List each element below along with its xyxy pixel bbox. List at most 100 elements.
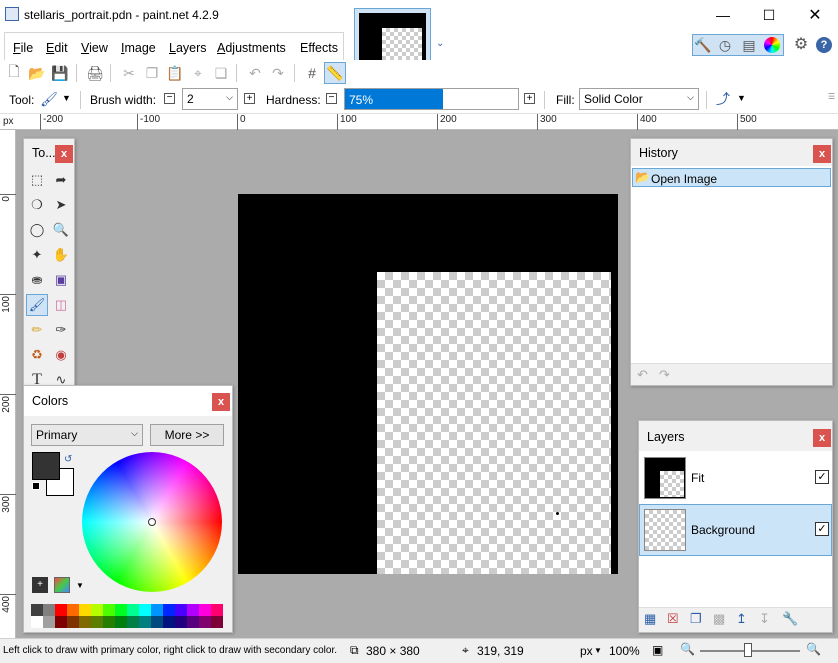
menu-image[interactable]: Image (121, 41, 156, 55)
tabs-dropdown-icon[interactable]: ⌄ (436, 38, 444, 49)
zoom-slider-thumb[interactable] (744, 643, 752, 657)
layers-window-icon[interactable]: ▤ (740, 36, 758, 54)
delete-layer-icon[interactable]: ☒ (667, 611, 679, 627)
grid-icon[interactable]: # (303, 64, 321, 82)
pan-icon[interactable]: ✋ (50, 244, 72, 266)
layer-visibility-checkbox[interactable]: ✓ (815, 522, 829, 536)
copy-icon[interactable]: ❐ (143, 64, 161, 82)
history-close-button[interactable]: x (813, 145, 831, 163)
duplicate-layer-icon[interactable]: ❐ (690, 611, 702, 627)
history-redo-icon[interactable]: ↷ (659, 367, 670, 383)
crop-icon[interactable]: ⌖ (189, 64, 207, 82)
recolor-icon[interactable]: ◉ (50, 344, 72, 366)
antialias-dropdown-icon[interactable]: ▼ (737, 93, 746, 103)
palette-swatch[interactable] (31, 616, 43, 628)
menu-layers[interactable]: Layers (169, 41, 207, 55)
swap-colors-icon[interactable]: ↺ (64, 454, 72, 465)
transparent-region[interactable] (377, 272, 611, 574)
move-layer-down-icon[interactable]: ↧ (759, 611, 770, 627)
redo-icon[interactable]: ↷ (269, 64, 287, 82)
eraser-icon[interactable]: ◫ (50, 294, 72, 316)
overflow-icon[interactable]: ☰ (828, 92, 835, 101)
settings-icon[interactable]: ⚙ (792, 35, 810, 53)
palette-swatch[interactable] (31, 604, 43, 616)
deselect-icon[interactable]: ❏ (212, 64, 230, 82)
layer-row-fit[interactable]: Fit ✓ (639, 452, 832, 504)
palette-swatch[interactable] (43, 616, 55, 628)
zoom-fit-icon[interactable]: ▣ (652, 643, 663, 657)
colors-close-button[interactable]: x (212, 393, 230, 411)
zoom-in-icon[interactable]: 🔍 (806, 642, 821, 656)
palette-swatch[interactable] (199, 604, 211, 616)
move-layer-up-icon[interactable]: ↥ (736, 611, 747, 627)
more-colors-button[interactable]: More >> (150, 424, 224, 446)
save-icon[interactable]: 💾 (51, 64, 69, 82)
brush-width-select[interactable]: 2 ⌵ (182, 88, 238, 110)
lasso-select-icon[interactable]: ❍ (26, 194, 48, 216)
palette-swatch[interactable] (199, 616, 211, 628)
fill-select[interactable]: Solid Color ⌵ (579, 88, 699, 110)
palette-swatch[interactable] (139, 604, 151, 616)
menu-file[interactable]: File (13, 41, 33, 55)
palette-swatch[interactable] (103, 604, 115, 616)
palette-swatch[interactable] (67, 604, 79, 616)
tools-window-icon[interactable]: 🔨 (694, 36, 712, 54)
palette-swatch[interactable] (211, 616, 223, 628)
palette-swatch[interactable] (115, 616, 127, 628)
layer-visibility-checkbox[interactable]: ✓ (815, 470, 829, 484)
palette-swatch[interactable] (127, 616, 139, 628)
palette-icon[interactable] (54, 577, 70, 593)
cut-icon[interactable]: ✂ (120, 64, 138, 82)
paint-bucket-icon[interactable]: ⛂ (26, 269, 48, 291)
paintbrush-tool-icon[interactable]: 🖌 (26, 294, 48, 316)
antialiasing-icon[interactable]: ⤴ (714, 90, 732, 108)
merge-layer-icon[interactable]: ▩ (713, 611, 725, 627)
unit-dropdown-icon[interactable]: ▼ (594, 646, 602, 655)
color-mode-select[interactable]: Primary ⌵ (31, 424, 143, 446)
palette-swatch[interactable] (115, 604, 127, 616)
layers-close-button[interactable]: x (813, 429, 831, 447)
menu-edit[interactable]: Edit (46, 41, 68, 55)
close-button[interactable]: ✕ (792, 0, 838, 30)
paste-icon[interactable]: 📋 (166, 64, 184, 82)
new-icon[interactable]: 🗋 (5, 63, 23, 82)
layer-properties-icon[interactable]: 🔧 (782, 611, 798, 627)
brush-width-decrease[interactable]: − (164, 93, 175, 104)
palette-swatch[interactable] (163, 616, 175, 628)
palette-swatch[interactable] (67, 616, 79, 628)
tool-dropdown-icon[interactable]: ▼ (62, 93, 71, 103)
palette-swatch[interactable] (43, 604, 55, 616)
palette-swatch[interactable] (187, 604, 199, 616)
palette-swatch[interactable] (151, 604, 163, 616)
color-picker-icon[interactable]: ✑ (50, 319, 72, 341)
hardness-increase[interactable]: + (524, 93, 535, 104)
palette-swatch[interactable] (91, 604, 103, 616)
palette-swatch[interactable] (151, 616, 163, 628)
magic-wand-icon[interactable]: ✦ (26, 244, 48, 266)
brush-width-increase[interactable]: + (244, 93, 255, 104)
move-selection-icon[interactable]: ➤ (50, 194, 72, 216)
primary-color-swatch[interactable] (32, 452, 60, 480)
gradient-icon[interactable]: ▣ (50, 269, 72, 291)
undo-icon[interactable]: ↶ (246, 64, 264, 82)
palette-swatch[interactable] (103, 616, 115, 628)
palette-swatch[interactable] (175, 616, 187, 628)
paintbrush-icon[interactable]: 🖌 (40, 90, 58, 108)
color-wheel-cursor[interactable] (148, 518, 156, 526)
menu-view[interactable]: View (81, 41, 108, 55)
print-icon[interactable]: 🖨 (86, 64, 104, 82)
pencil-icon[interactable]: ✏ (26, 319, 48, 341)
palette-swatch[interactable] (55, 604, 67, 616)
palette-swatch[interactable] (79, 616, 91, 628)
hardness-slider[interactable]: 75% (344, 88, 519, 110)
add-to-palette-icon[interactable]: + (32, 577, 48, 593)
history-window-icon[interactable]: ◷ (716, 36, 734, 54)
palette-swatch[interactable] (211, 604, 223, 616)
palette-swatch[interactable] (55, 616, 67, 628)
history-item[interactable]: 📂 Open Image (632, 168, 831, 187)
clone-stamp-icon[interactable]: ♻ (26, 344, 48, 366)
menu-adjustments[interactable]: Adjustments (217, 41, 286, 55)
ellipse-select-icon[interactable]: ◯ (26, 219, 48, 241)
reset-colors-icon[interactable] (32, 482, 40, 490)
history-undo-icon[interactable]: ↶ (637, 367, 648, 383)
